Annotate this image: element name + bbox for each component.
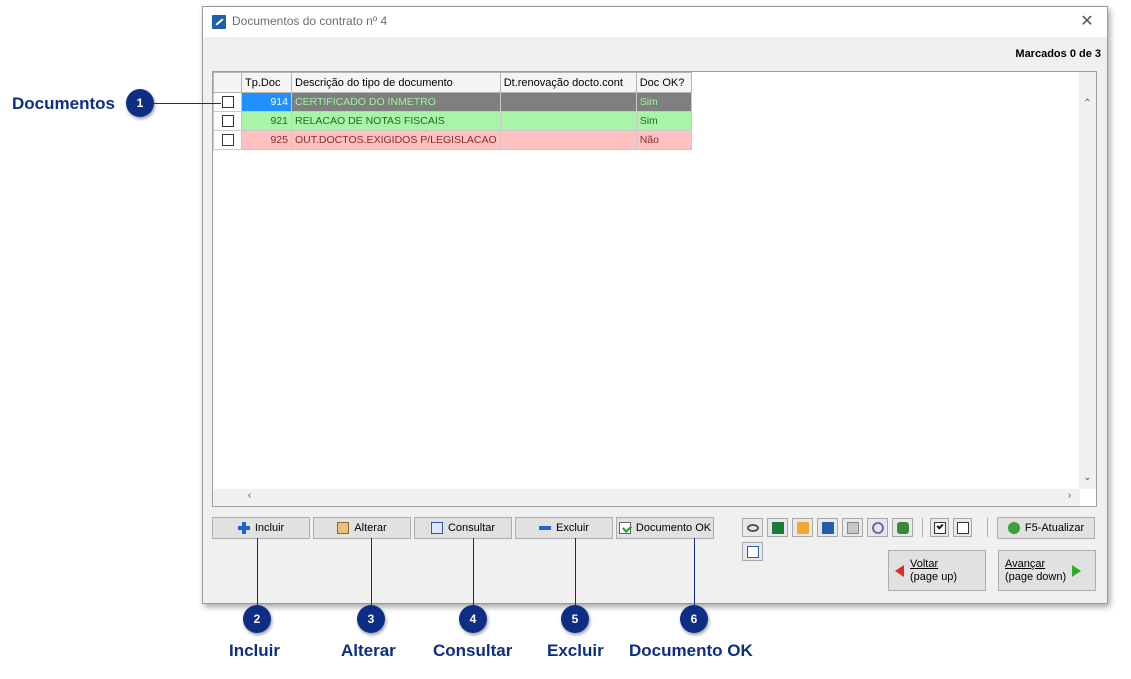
excluir-label: Excluir (555, 522, 589, 534)
table-row[interactable]: 925 OUT.DOCTOS.EXIGIDOS P/LEGISLACAO Não (213, 130, 692, 150)
checklist-icon[interactable] (742, 542, 763, 561)
table-row[interactable]: 914 CERTIFICADO DO INMETRO Sim (213, 92, 692, 112)
horizontal-scrollbar[interactable]: ‹ › (213, 489, 1080, 506)
toolbar-separator (922, 518, 923, 537)
row-checkbox[interactable] (221, 134, 234, 147)
uncheck-all-icon[interactable] (953, 518, 972, 537)
folder-icon[interactable] (792, 518, 813, 537)
avancar-label: Avançar (page down) (1005, 558, 1066, 584)
column-header-descricao[interactable]: Descrição do tipo de documento (291, 72, 501, 93)
callout-line-4 (473, 538, 474, 606)
callout-4: 4 (459, 605, 487, 633)
cell-dt-renovacao[interactable] (499, 111, 637, 131)
cell-tpdoc[interactable]: 925 (241, 130, 292, 150)
callout-label-excluir: Excluir (547, 641, 604, 660)
row-checkbox-cell[interactable] (213, 92, 242, 112)
callout-label-documento-ok: Documento OK (629, 641, 753, 660)
row-checkbox-cell[interactable] (213, 130, 242, 150)
callout-line-3 (371, 538, 372, 606)
arrow-left-icon (895, 564, 904, 577)
callout-line-5 (575, 538, 576, 606)
window-title: Documentos do contrato nº 4 (232, 14, 388, 28)
documento-ok-label: Documento OK (635, 522, 712, 534)
vertical-scrollbar[interactable]: ⌃ ⌄ (1079, 72, 1096, 489)
cell-doc-ok[interactable]: Não (635, 130, 692, 150)
excluir-button[interactable]: Excluir (515, 517, 613, 539)
marked-count: Marcados 0 de 3 (1015, 48, 1101, 60)
close-button[interactable]: ✕ (1075, 10, 1099, 34)
edit-folder-icon (337, 522, 350, 534)
callout-line-1 (154, 103, 221, 104)
callout-label-alterar: Alterar (341, 641, 396, 660)
cell-descricao[interactable]: CERTIFICADO DO INMETRO (291, 92, 501, 112)
row-checkbox[interactable] (221, 115, 234, 128)
cell-tpdoc[interactable]: 914 (241, 92, 292, 112)
callout-label-incluir: Incluir (229, 641, 281, 660)
cell-dt-renovacao[interactable] (499, 130, 637, 150)
callout-label-documentos: Documentos (12, 94, 115, 113)
alterar-button[interactable]: Alterar (313, 517, 411, 539)
toolbar-separator (987, 518, 988, 537)
consultar-label: Consultar (447, 522, 496, 534)
table-header-row: Tp.Doc Descrição do tipo de documento Dt… (213, 72, 692, 93)
document-check-icon (618, 522, 631, 534)
callout-3: 3 (357, 605, 385, 633)
settings-icon[interactable] (867, 518, 888, 537)
scroll-left-icon[interactable]: ‹ (241, 490, 258, 501)
documents-dialog: Documentos do contrato nº 4 ✕ Marcados 0… (202, 6, 1108, 604)
magnifier-icon (430, 522, 443, 534)
voltar-label: Voltar (page up) (910, 558, 957, 584)
view-icon[interactable] (742, 518, 763, 537)
alterar-label: Alterar (354, 522, 387, 534)
voltar-label-line2: (page up) (910, 570, 958, 583)
select-column-header[interactable] (213, 72, 242, 93)
row-checkbox-cell[interactable] (213, 111, 242, 131)
cell-tpdoc[interactable]: 921 (241, 111, 292, 131)
sort-icon[interactable] (817, 518, 838, 537)
cell-dt-renovacao[interactable] (499, 92, 637, 112)
cell-doc-ok[interactable]: Sim (635, 92, 692, 112)
documents-grid: Tp.Doc Descrição do tipo de documento Dt… (212, 71, 1097, 507)
avancar-button[interactable]: Avançar (page down) (998, 550, 1096, 591)
check-all-icon[interactable] (930, 518, 949, 537)
atualizar-label: F5-Atualizar (1024, 522, 1085, 534)
consultar-button[interactable]: Consultar (414, 517, 512, 539)
cell-doc-ok[interactable]: Sim (635, 111, 692, 131)
column-header-dt-renovacao[interactable]: Dt.renovação docto.cont (499, 72, 637, 93)
export-icon[interactable] (892, 518, 913, 537)
scroll-down-icon[interactable]: ⌄ (1079, 472, 1096, 483)
callout-label-consultar: Consultar (433, 641, 513, 660)
callout-6: 6 (680, 605, 708, 633)
title-bar: Documentos do contrato nº 4 ✕ (203, 7, 1107, 37)
callout-1: 1 (126, 89, 154, 117)
callout-5: 5 (561, 605, 589, 633)
plus-icon (237, 522, 250, 534)
scroll-up-icon[interactable]: ⌃ (1079, 98, 1096, 109)
voltar-label-line1: Voltar (910, 557, 939, 570)
callout-line-2 (257, 538, 258, 606)
app-icon (212, 15, 226, 29)
incluir-label: Incluir (254, 522, 285, 534)
cell-descricao[interactable]: OUT.DOCTOS.EXIGIDOS P/LEGISLACAO (291, 130, 501, 150)
incluir-button[interactable]: Incluir (212, 517, 310, 539)
avancar-label-line2: (page down) (1005, 570, 1067, 583)
row-checkbox[interactable] (221, 96, 234, 109)
excel-icon[interactable] (767, 518, 788, 537)
arrow-right-icon (1072, 564, 1082, 577)
callout-line-6 (694, 538, 695, 606)
callout-2: 2 (243, 605, 271, 633)
cell-descricao[interactable]: RELACAO DE NOTAS FISCAIS (291, 111, 501, 131)
documento-ok-button[interactable]: Documento OK (616, 517, 714, 539)
column-header-tpdoc[interactable]: Tp.Doc (241, 72, 292, 93)
table-row[interactable]: 921 RELACAO DE NOTAS FISCAIS Sim (213, 111, 692, 131)
scroll-right-icon[interactable]: › (1061, 490, 1078, 501)
print-icon[interactable] (842, 518, 863, 537)
minus-icon (538, 522, 551, 534)
column-header-doc-ok[interactable]: Doc OK? (635, 72, 692, 93)
voltar-button[interactable]: Voltar (page up) (888, 550, 986, 591)
refresh-icon (1007, 522, 1020, 534)
documents-table: Tp.Doc Descrição do tipo de documento Dt… (213, 72, 692, 150)
atualizar-button[interactable]: F5-Atualizar (997, 517, 1095, 539)
avancar-label-line1: Avançar (1005, 557, 1046, 570)
